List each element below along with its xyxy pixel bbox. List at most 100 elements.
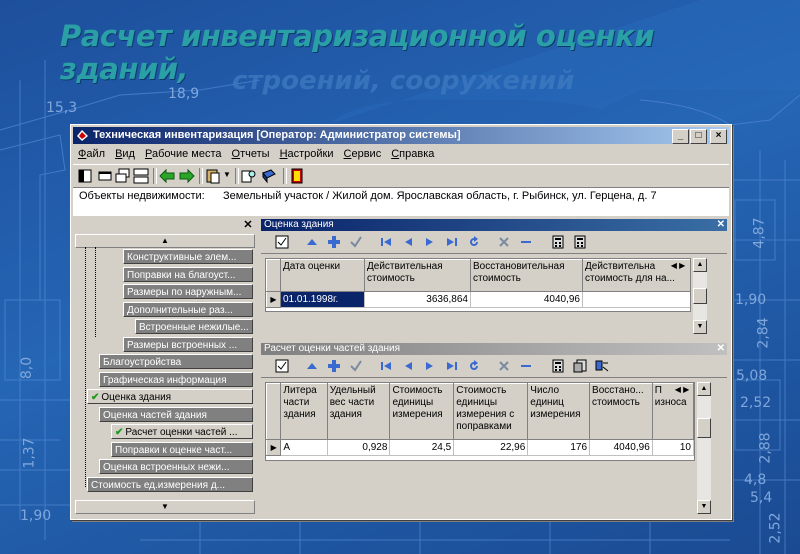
tree-item[interactable]: ✔ Расчет оценки частей ...	[111, 424, 253, 439]
calculate-all-icon[interactable]	[573, 359, 587, 373]
scroll-up-icon[interactable]: ▲	[693, 258, 707, 272]
table-row[interactable]: ▶ 01.01.1998г. 3636,864 4040,96	[266, 291, 690, 308]
column-header[interactable]: Дата оценки	[280, 259, 365, 292]
delete-icon[interactable]	[497, 235, 511, 249]
paste-dropdown-icon[interactable]: ▼	[223, 170, 231, 179]
column-header[interactable]: Стоимость единицы измерения с поправками	[453, 383, 529, 440]
window-icon[interactable]	[97, 168, 113, 184]
table-cell[interactable]: А	[280, 439, 328, 456]
menu-service[interactable]: Сервис	[339, 146, 387, 163]
scroll-thumb[interactable]	[697, 418, 711, 438]
tree-item[interactable]: Размеры по наружным...	[123, 284, 253, 299]
forward-arrow-icon[interactable]	[179, 168, 195, 184]
tree-item[interactable]: Дополнительные раз...	[123, 301, 253, 317]
tree-view-icon[interactable]	[77, 168, 93, 184]
move-up-icon[interactable]	[305, 235, 319, 249]
book-icon[interactable]	[261, 168, 277, 184]
scroll-down-icon[interactable]: ▼	[697, 500, 711, 514]
save-check-icon[interactable]	[349, 235, 363, 249]
scroll-columns-icon[interactable]: ◀ ▶	[667, 261, 689, 270]
menu-settings[interactable]: Настройки	[275, 146, 339, 163]
vertical-scrollbar[interactable]: ▲ ▼	[693, 258, 707, 334]
close-button[interactable]: ×	[710, 129, 727, 144]
title-bar[interactable]: Техническая инвентаризация [Оператор: Ад…	[73, 127, 729, 144]
scroll-down-button[interactable]: ▼	[75, 500, 255, 514]
tree-item[interactable]: Конструктивные элем...	[123, 249, 253, 264]
menu-workplaces[interactable]: Рабочие места	[140, 146, 227, 163]
paste-icon[interactable]	[205, 168, 221, 184]
edit-form-icon[interactable]	[275, 359, 289, 373]
tree-item[interactable]: ✔ Оценка здания	[87, 389, 253, 404]
cascade-icon[interactable]	[115, 168, 131, 184]
back-arrow-icon[interactable]	[159, 168, 175, 184]
menu-reports[interactable]: Отчеты	[227, 146, 275, 163]
table-cell[interactable]	[582, 291, 690, 308]
column-header[interactable]: Восстано... стоимость	[589, 383, 653, 440]
menu-view[interactable]: Вид	[110, 146, 140, 163]
move-up-icon[interactable]	[305, 359, 319, 373]
next-record-icon[interactable]	[423, 359, 437, 373]
calculator-icon[interactable]	[551, 359, 565, 373]
vertical-scrollbar[interactable]: ▲ ▼	[697, 382, 711, 514]
tree-item[interactable]: Оценка встроенных нежи...	[99, 459, 253, 474]
delete-icon[interactable]	[497, 359, 511, 373]
scroll-down-icon[interactable]: ▼	[693, 320, 707, 334]
tree-item[interactable]: Стоимость ед.измерения д...	[87, 476, 253, 492]
close-icon[interactable]: ✕	[717, 343, 725, 355]
calculator-icon[interactable]	[551, 235, 565, 249]
column-header[interactable]: Восстановительная стоимость	[470, 259, 583, 292]
prev-record-icon[interactable]	[401, 359, 415, 373]
table-cell[interactable]: 0,928	[327, 439, 391, 456]
search-icon[interactable]	[241, 168, 257, 184]
calculator-alt-icon[interactable]	[573, 235, 587, 249]
column-header[interactable]: Действительная стоимость	[364, 259, 471, 292]
tree-item[interactable]: Благоустройства	[99, 354, 253, 369]
add-icon[interactable]	[327, 235, 341, 249]
maximize-button[interactable]: □	[690, 129, 707, 144]
save-check-icon[interactable]	[349, 359, 363, 373]
close-icon[interactable]: ✕	[242, 220, 254, 231]
table-cell[interactable]: 176	[527, 439, 591, 456]
scroll-up-icon[interactable]: ▲	[697, 382, 711, 396]
prev-record-icon[interactable]	[401, 235, 415, 249]
tree-item[interactable]: Поправки на благоуст...	[123, 266, 253, 282]
table-cell[interactable]: 01.01.1998г.	[280, 291, 365, 308]
minimize-button[interactable]: _	[672, 129, 689, 144]
menu-help[interactable]: Справка	[386, 146, 439, 163]
column-header[interactable]: Стоимость единицы измерения	[389, 383, 455, 440]
add-icon[interactable]	[327, 359, 341, 373]
column-header[interactable]: Литера части здания	[280, 383, 328, 440]
refresh-icon[interactable]	[467, 235, 481, 249]
tree-item[interactable]: Поправки к оценке част...	[111, 441, 253, 457]
exit-door-icon[interactable]	[289, 168, 305, 184]
close-icon[interactable]: ✕	[717, 219, 725, 231]
remove-icon[interactable]	[519, 235, 533, 249]
distribute-icon[interactable]	[595, 359, 609, 373]
table-cell[interactable]: 3636,864	[364, 291, 471, 308]
menu-file[interactable]: Файл	[73, 146, 110, 163]
remove-icon[interactable]	[519, 359, 533, 373]
scroll-thumb[interactable]	[693, 288, 707, 304]
table-row[interactable]: ▶ А 0,928 24,5 22,96 176 4040,96 10	[266, 439, 694, 456]
column-header[interactable]: Удельный вес части здания	[326, 383, 391, 440]
table-cell[interactable]: 24,5	[389, 439, 455, 456]
tree-item[interactable]: Размеры встроенных ...	[123, 336, 253, 352]
table-cell[interactable]: 10	[652, 439, 694, 456]
table-cell[interactable]: 22,96	[453, 439, 529, 456]
next-record-icon[interactable]	[423, 235, 437, 249]
table-cell[interactable]: 4040,96	[589, 439, 653, 456]
scroll-columns-icon[interactable]: ◀ ▶	[671, 385, 693, 394]
tile-icon[interactable]	[133, 168, 149, 184]
table-cell[interactable]: 4040,96	[470, 291, 583, 308]
first-record-icon[interactable]	[379, 359, 393, 373]
tree-item[interactable]: Оценка частей здания	[99, 406, 253, 422]
scroll-up-button[interactable]: ▲	[75, 234, 255, 248]
last-record-icon[interactable]	[445, 235, 459, 249]
object-path[interactable]: Земельный участок / Жилой дом. Ярославск…	[223, 190, 657, 202]
last-record-icon[interactable]	[445, 359, 459, 373]
first-record-icon[interactable]	[379, 235, 393, 249]
refresh-icon[interactable]	[467, 359, 481, 373]
column-header[interactable]: Число единиц измерения	[527, 383, 591, 440]
edit-form-icon[interactable]	[275, 235, 289, 249]
tree-item[interactable]: Графическая информация	[99, 371, 253, 387]
